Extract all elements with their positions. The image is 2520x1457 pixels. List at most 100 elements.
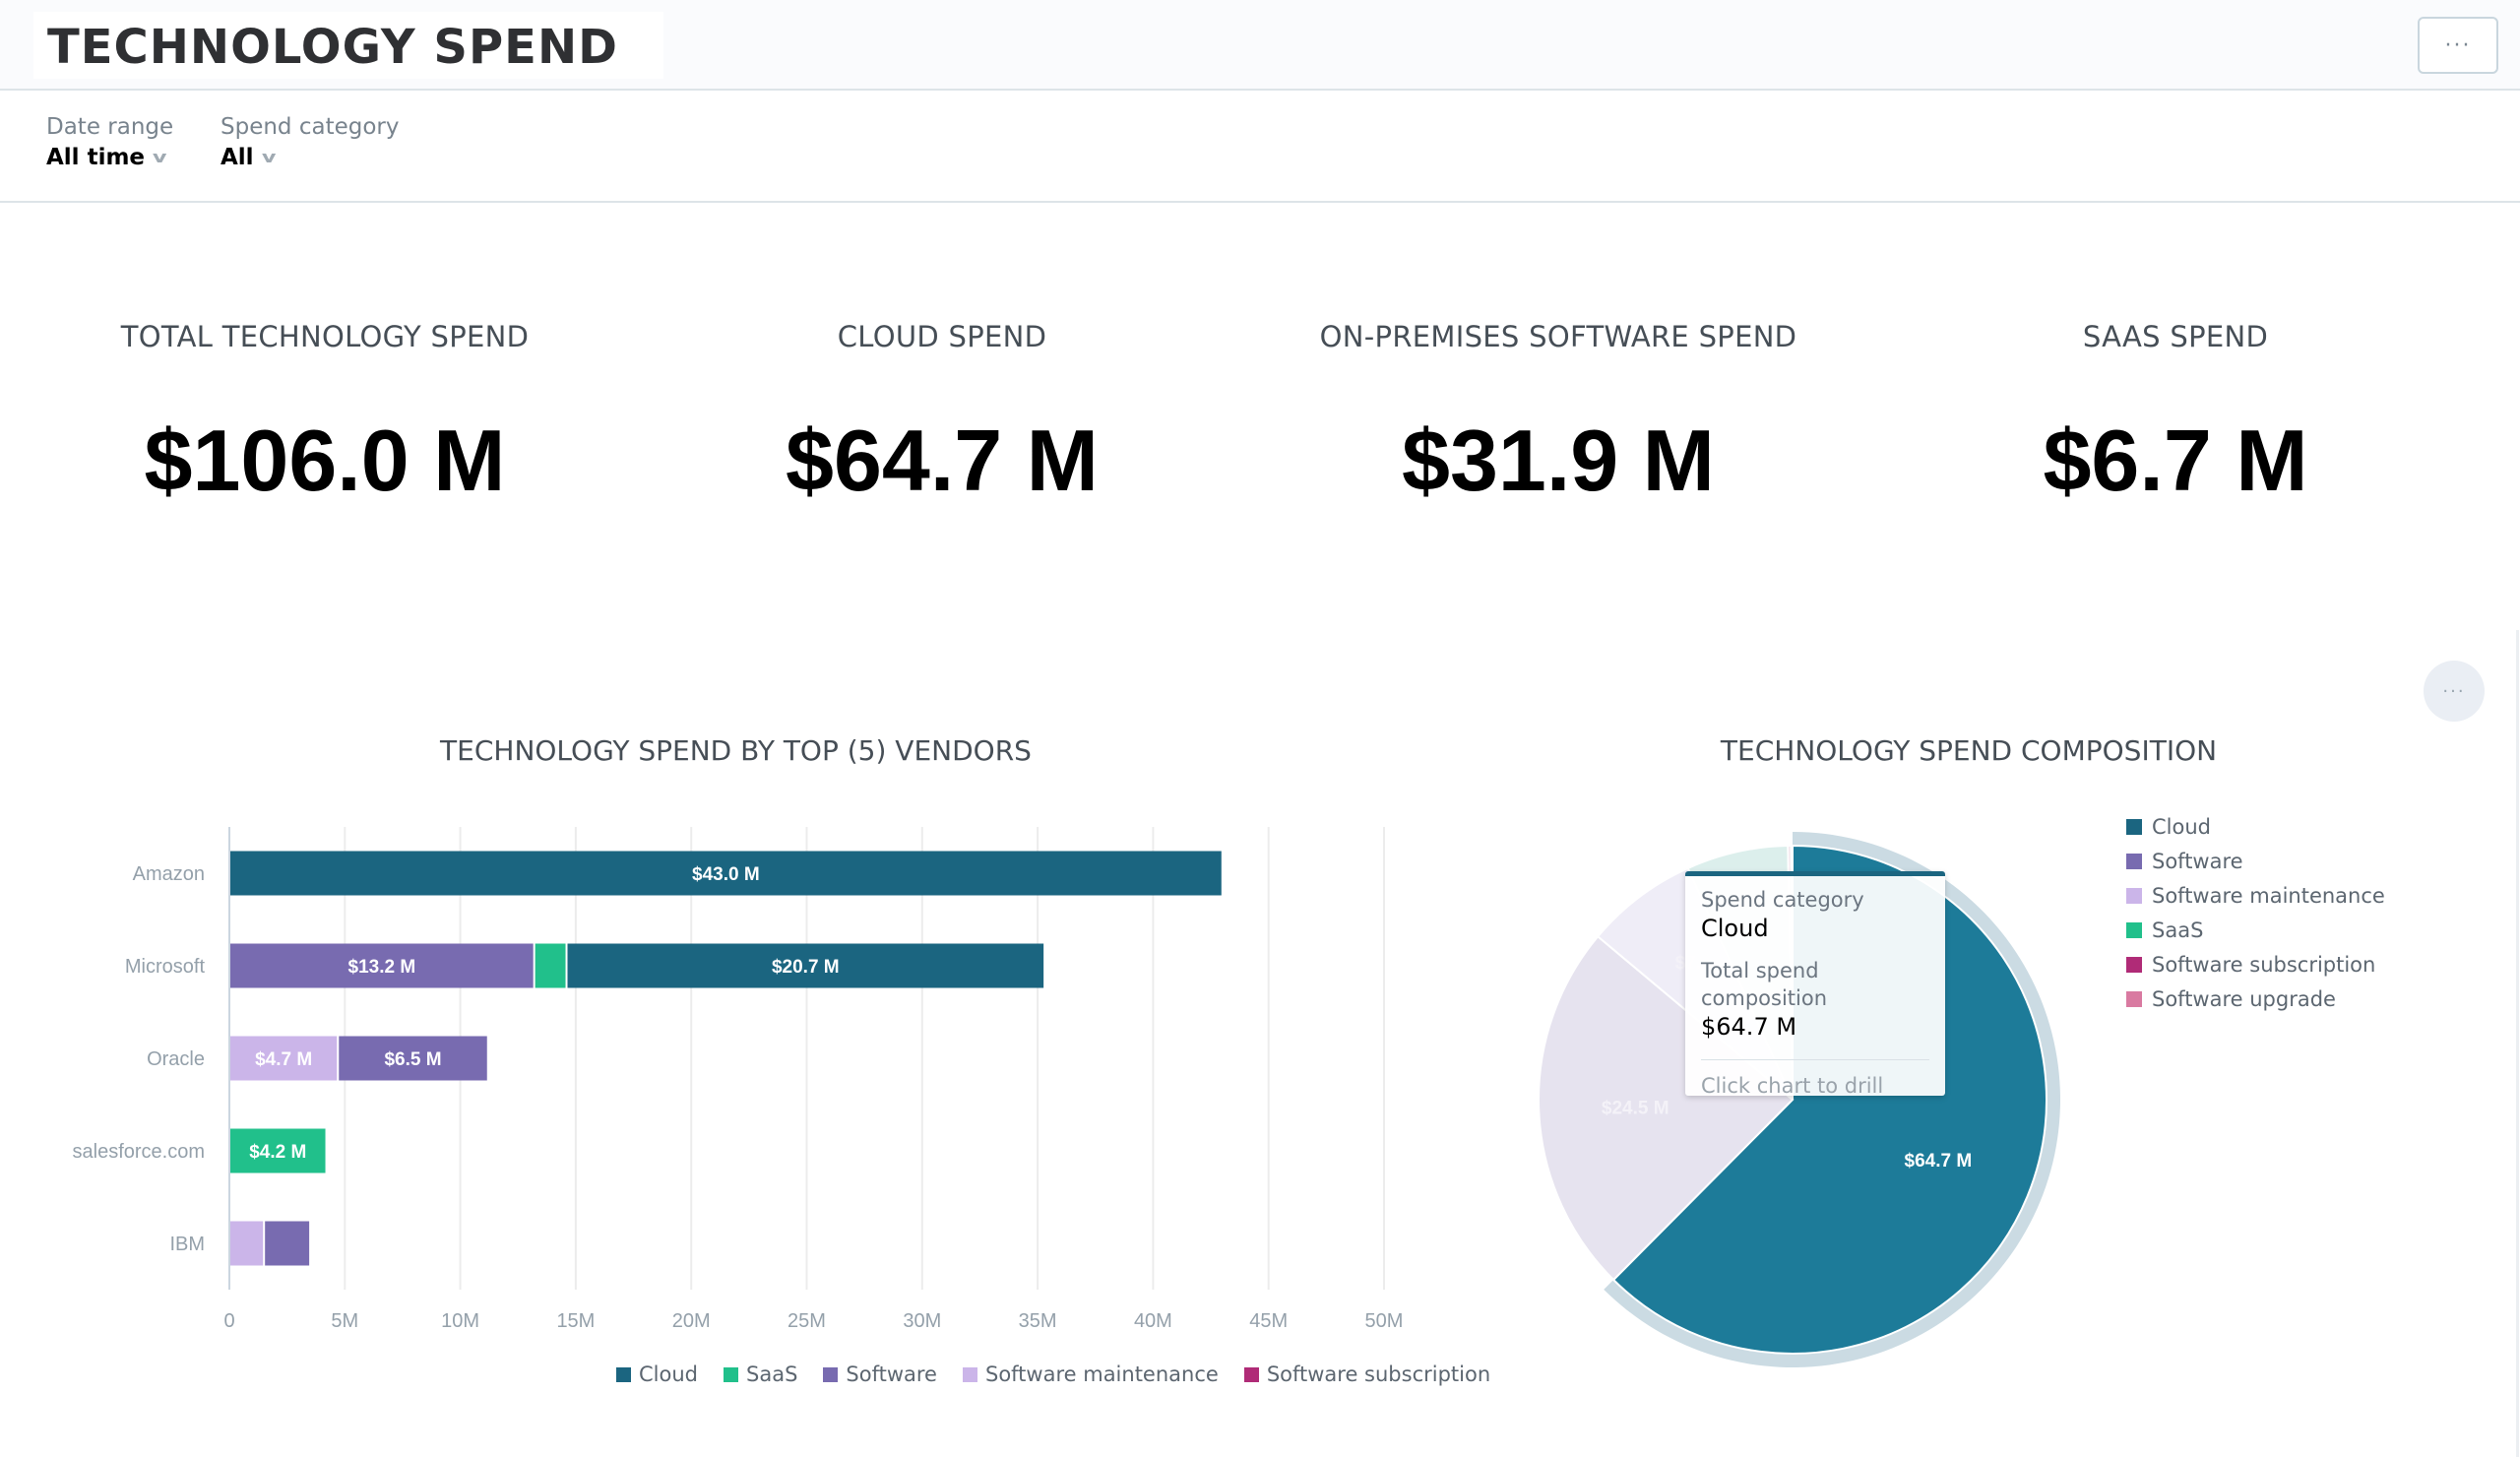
- kpi-on-premises-software-spend[interactable]: ON-PREMISES SOFTWARE SPEND $31.9 M: [1283, 317, 1834, 510]
- legend-item[interactable]: Software subscription: [1243, 1362, 1491, 1386]
- legend-label: Cloud: [2152, 814, 2211, 839]
- vendors-chart-legend: Cloud SaaS Software Software maintenance Sof…: [616, 1362, 1490, 1386]
- kpi-value: $31.9 M: [1402, 412, 1715, 509]
- legend-swatch: [2126, 853, 2142, 869]
- filter-value: All v: [220, 142, 399, 173]
- tooltip-measure-value: $64.7 M: [1701, 1013, 1797, 1041]
- x-tick-label: 20M: [672, 1310, 711, 1332]
- legend-item[interactable]: Software subscription: [2126, 947, 2385, 982]
- spend-category-filter[interactable]: Spend category All v: [220, 112, 399, 173]
- legend-label: Software maintenance: [2152, 883, 2385, 908]
- x-tick-label: 35M: [1019, 1310, 1057, 1332]
- composition-chart-legend: Cloud Software Software maintenance SaaS Sof…: [2126, 809, 2385, 1016]
- x-tick-label: 15M: [556, 1310, 595, 1332]
- filter-label: Date range: [46, 114, 174, 140]
- filter-label: Spend category: [220, 114, 400, 140]
- bar-data-label: $43.0 M: [692, 864, 760, 885]
- x-tick-label: 50M: [1365, 1310, 1404, 1332]
- x-tick-label: 40M: [1134, 1310, 1172, 1332]
- dashboard-title-box[interactable]: TECHNOLOGY SPEND: [33, 12, 663, 79]
- legend-label: Software upgrade: [2152, 986, 2336, 1011]
- bar-data-label: $13.2 M: [348, 957, 416, 978]
- legend-item[interactable]: Software maintenance: [2126, 878, 2385, 913]
- legend-item[interactable]: Software maintenance: [962, 1362, 1219, 1386]
- legend-swatch: [2126, 818, 2142, 835]
- dashboard-title: TECHNOLOGY SPEND: [47, 20, 618, 75]
- y-category-label: IBM: [169, 1234, 205, 1255]
- bar-data-label: $20.7 M: [772, 957, 840, 978]
- kpi-value: $6.7 M: [2043, 412, 2308, 509]
- x-tick-label: 10M: [441, 1310, 479, 1332]
- tooltip-footer: Click chart to drill: [1701, 1074, 1884, 1098]
- kpi-label: TOTAL TECHNOLOGY SPEND: [120, 320, 530, 353]
- x-tick-label: 45M: [1249, 1310, 1288, 1332]
- kpi-value: $64.7 M: [786, 412, 1099, 509]
- composition-chart-title: TECHNOLOGY SPEND COMPOSITION: [1720, 734, 2218, 767]
- legend-label: Software subscription: [1266, 1362, 1491, 1386]
- filter-value: All time v: [46, 142, 173, 173]
- kpi-label: SAAS SPEND: [2082, 320, 2269, 353]
- legend-label: SaaS: [746, 1362, 798, 1386]
- y-category-label: Microsoft: [125, 956, 206, 978]
- legend-swatch: [616, 1366, 631, 1382]
- x-tick-label: 5M: [331, 1310, 358, 1332]
- x-tick-label: 0: [223, 1310, 234, 1332]
- chevron-down-icon: v: [152, 148, 167, 166]
- dashboard-menu-button[interactable]: ···: [2418, 17, 2498, 74]
- kpi-saas-spend[interactable]: SAAS SPEND $6.7 M: [1900, 317, 2451, 510]
- legend-swatch: [1243, 1366, 1259, 1382]
- filter-bar: Date range All time v Spend category All v: [0, 91, 2520, 203]
- legend-item[interactable]: SaaS: [724, 1362, 797, 1386]
- bar-segment-software[interactable]: [265, 1221, 310, 1266]
- legend-label: Software subscription: [2152, 952, 2376, 977]
- chart-tooltip: Spend category Cloud Total spend composi…: [1685, 871, 1945, 1098]
- legend-label: SaaS: [2152, 918, 2204, 942]
- bar-segment-software-maintenance[interactable]: [230, 1221, 264, 1266]
- bar-data-label: $4.2 M: [249, 1142, 306, 1163]
- x-tick-label: 25M: [788, 1310, 826, 1332]
- more-horizontal-icon: ···: [2442, 680, 2466, 702]
- y-category-label: Amazon: [133, 863, 205, 885]
- legend-item[interactable]: Software: [823, 1362, 937, 1386]
- vendors-chart-title: TECHNOLOGY SPEND BY TOP (5) VENDORS: [440, 734, 1032, 767]
- legend-swatch: [2126, 887, 2142, 904]
- legend-label: Cloud: [639, 1362, 698, 1386]
- filter-value-text: All: [220, 145, 254, 170]
- kpi-total-technology-spend[interactable]: TOTAL TECHNOLOGY SPEND $106.0 M: [49, 317, 600, 510]
- legend-swatch: [2126, 990, 2142, 1007]
- legend-item[interactable]: Software: [2126, 844, 2385, 878]
- widget-menu-button[interactable]: ···: [2424, 661, 2485, 722]
- kpi-value: $106.0 M: [144, 412, 506, 509]
- chevron-down-icon: v: [261, 148, 277, 166]
- scrollbar[interactable]: [2516, 630, 2519, 1457]
- kpi-label: ON-PREMISES SOFTWARE SPEND: [1319, 320, 1797, 353]
- legend-swatch: [724, 1366, 738, 1382]
- legend-swatch: [2126, 921, 2142, 938]
- legend-item[interactable]: Cloud: [616, 1362, 698, 1386]
- pie-data-label: $64.7 M: [1905, 1151, 1973, 1172]
- pie-data-label: $24.5 M: [1602, 1098, 1670, 1118]
- legend-label: Software: [846, 1362, 937, 1386]
- legend-swatch: [823, 1366, 839, 1382]
- legend-swatch: [962, 1366, 977, 1382]
- kpi-cloud-spend[interactable]: CLOUD SPEND $64.7 M: [666, 317, 1218, 510]
- tooltip-category-label: Spend category: [1701, 888, 1864, 912]
- x-tick-label: 30M: [903, 1310, 941, 1332]
- legend-label: Software maintenance: [984, 1362, 1219, 1386]
- legend-item[interactable]: SaaS: [2126, 913, 2385, 947]
- legend-swatch: [2126, 956, 2142, 973]
- bar-data-label: $4.7 M: [255, 1049, 312, 1070]
- kpi-label: CLOUD SPEND: [837, 320, 1047, 353]
- date-range-filter[interactable]: Date range All time v: [46, 112, 173, 173]
- bar-segment-saas[interactable]: [535, 943, 566, 988]
- legend-item[interactable]: Software upgrade: [2126, 982, 2385, 1016]
- y-category-label: Oracle: [147, 1048, 205, 1070]
- y-category-label: salesforce.com: [73, 1141, 206, 1163]
- more-horizontal-icon: ···: [2444, 32, 2472, 58]
- filter-value-text: All time: [46, 145, 146, 170]
- legend-label: Software: [2152, 849, 2243, 873]
- legend-item[interactable]: Cloud: [2126, 809, 2385, 844]
- tooltip-measure-label: Total spend composition: [1701, 959, 1828, 1010]
- bar-data-label: $6.5 M: [384, 1049, 441, 1070]
- vendors-bar-chart[interactable]: 0 5M 10M 15M 20M 25M 30M 35M 40M 45M 50M Amazon $43.…: [0, 788, 1457, 1339]
